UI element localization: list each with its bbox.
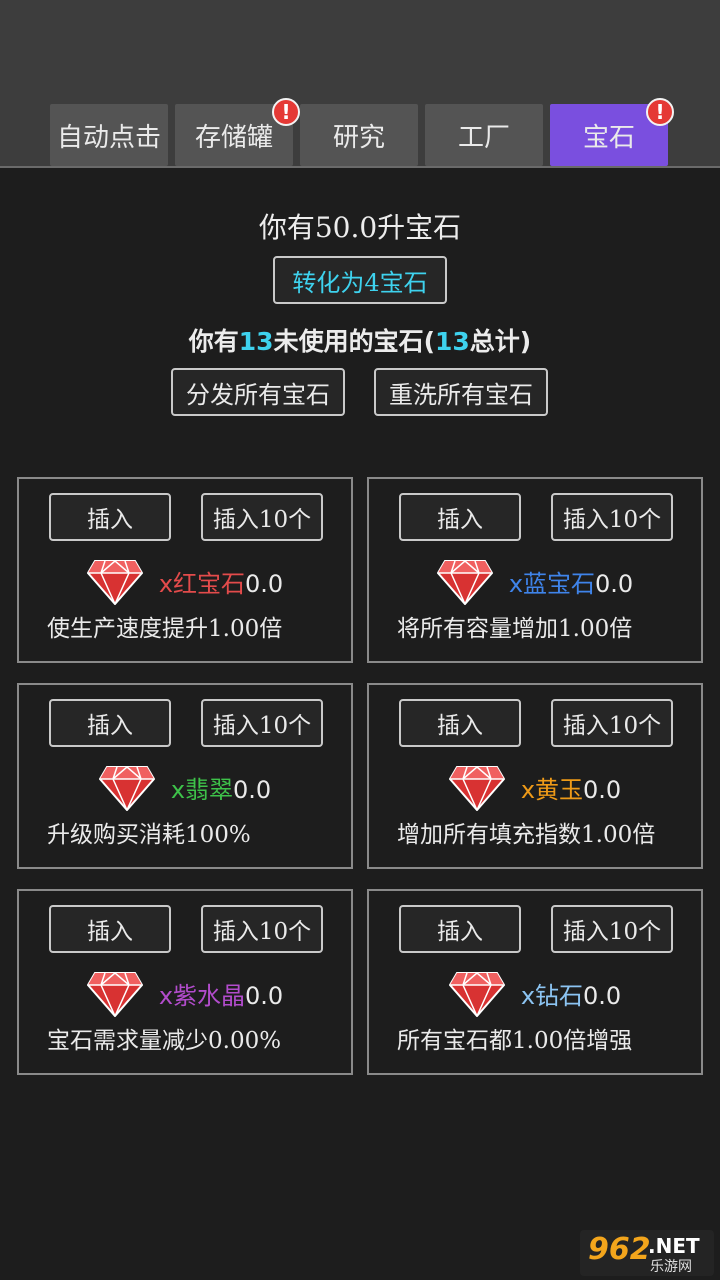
- gem-icon: [436, 560, 493, 605]
- gem-panel-amethyst: 插入 插入10个 x紫水晶0.0 宝石需求量减少0.00%: [17, 889, 353, 1075]
- tab-label: 存储罐: [194, 122, 273, 153]
- reset-all-button[interactable]: 重洗所有宝石: [374, 368, 548, 416]
- unused-count: 13: [238, 327, 274, 356]
- insert-button[interactable]: 插入: [49, 699, 171, 747]
- gem-description: 所有宝石都1.00倍增强: [397, 1028, 633, 1054]
- gem-panel-topaz: 插入 插入10个 x黄玉0.0 增加所有填充指数1.00倍: [367, 683, 703, 869]
- gem-count: 0.0: [233, 775, 272, 804]
- watermark-sub: 乐游网: [650, 1259, 692, 1275]
- gem-liters-text: 你有50.0升宝石: [258, 211, 462, 244]
- tab-label: 工厂: [457, 122, 510, 153]
- gem-name: x黄玉: [520, 775, 584, 804]
- insert-button[interactable]: 插入: [399, 493, 521, 541]
- site-watermark: 962 .NET 乐游网: [580, 1230, 714, 1276]
- gem-icon: [98, 766, 155, 811]
- gem-count: 0.0: [245, 981, 284, 1010]
- insert-10-button[interactable]: 插入10个: [201, 905, 323, 953]
- insert-button[interactable]: 插入: [399, 905, 521, 953]
- gem-icon: [448, 972, 505, 1017]
- gem-label: x钻石0.0: [521, 976, 621, 1011]
- watermark-net: .NET: [648, 1234, 700, 1258]
- unused-gems-text: 你有13未使用的宝石(13总计): [188, 327, 532, 356]
- insert-10-button[interactable]: 插入10个: [551, 905, 673, 953]
- total-count: 13: [435, 327, 470, 356]
- tab-label: 研究: [332, 122, 385, 153]
- gem-icon: [448, 766, 505, 811]
- tab-divider: [0, 166, 720, 168]
- gem-count: 0.0: [583, 775, 622, 804]
- insert-button[interactable]: 插入: [399, 699, 521, 747]
- gem-panel-diamond: 插入 插入10个 x钻石0.0 所有宝石都1.00倍增强: [367, 889, 703, 1075]
- gem-count: 0.0: [245, 569, 284, 598]
- alert-badge-icon: !: [646, 98, 674, 126]
- gem-description: 增加所有填充指数1.00倍: [397, 822, 656, 848]
- gem-label: x紫水晶0.0: [159, 976, 283, 1011]
- gem-icon: [86, 972, 143, 1017]
- insert-10-button[interactable]: 插入10个: [201, 699, 323, 747]
- gem-count: 0.0: [595, 569, 634, 598]
- tab-label: 宝石: [582, 122, 635, 153]
- gem-description: 将所有容量增加1.00倍: [397, 616, 633, 642]
- gem-description: 升级购买消耗100%: [47, 822, 251, 848]
- distribute-all-button[interactable]: 分发所有宝石: [171, 368, 345, 416]
- tab-factory[interactable]: 工厂: [425, 104, 543, 166]
- tab-autoclick[interactable]: 自动点击: [50, 104, 168, 166]
- gem-name: x紫水晶: [158, 981, 246, 1010]
- gem-name: x蓝宝石: [508, 569, 596, 598]
- gem-icon: [86, 560, 143, 605]
- gem-panel-ruby: 插入 插入10个 x红宝石0.0 使生产速度提升1.00倍: [17, 477, 353, 663]
- watermark-number: 962: [588, 1232, 651, 1267]
- insert-10-button[interactable]: 插入10个: [551, 493, 673, 541]
- gem-name: x红宝石: [158, 569, 246, 598]
- alert-badge-icon: !: [272, 98, 300, 126]
- gem-name: x钻石: [520, 981, 584, 1010]
- tab-label: 自动点击: [56, 122, 161, 153]
- gem-label: x黄玉0.0: [521, 770, 621, 805]
- insert-button[interactable]: 插入: [49, 493, 171, 541]
- gem-name: x翡翠: [170, 775, 234, 804]
- insert-10-button[interactable]: 插入10个: [551, 699, 673, 747]
- gem-description: 宝石需求量减少0.00%: [47, 1028, 282, 1054]
- convert-button[interactable]: 转化为4宝石: [273, 256, 447, 304]
- gem-description: 使生产速度提升1.00倍: [47, 616, 283, 642]
- tab-research[interactable]: 研究: [300, 104, 418, 166]
- gem-panel-emerald: 插入 插入10个 x翡翠0.0 升级购买消耗100%: [17, 683, 353, 869]
- insert-10-button[interactable]: 插入10个: [201, 493, 323, 541]
- gem-label: x红宝石0.0: [159, 564, 283, 599]
- insert-button[interactable]: 插入: [49, 905, 171, 953]
- gem-label: x翡翠0.0: [171, 770, 271, 805]
- gem-count: 0.0: [583, 981, 622, 1010]
- gem-panel-sapphire: 插入 插入10个 x蓝宝石0.0 将所有容量增加1.00倍: [367, 477, 703, 663]
- gem-label: x蓝宝石0.0: [509, 564, 633, 599]
